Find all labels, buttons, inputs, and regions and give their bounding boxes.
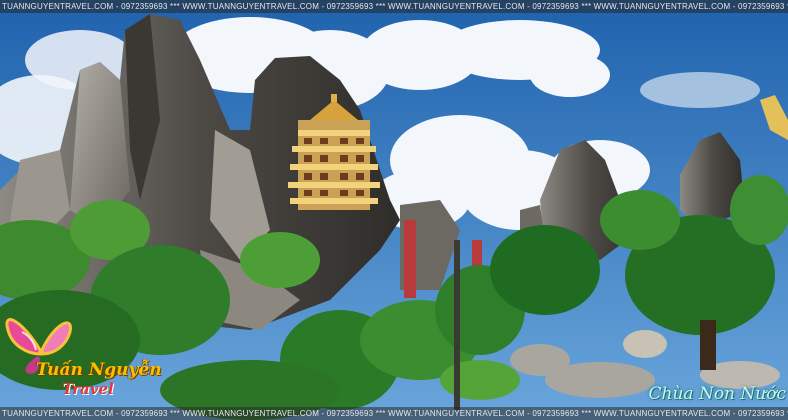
place-tag: Chùa Non Nước [648,384,787,404]
watermark-bottom-text: TUANNGUYENTRAVEL.COM - 0972359693 *** WW… [2,409,788,418]
logo-name: Tuấn Nguyễn [36,360,162,380]
watermark-top-text: TUANNGUYENTRAVEL.COM - 0972359693 *** WW… [2,2,788,11]
watermark-top: TUANNGUYENTRAVEL.COM - 0972359693 *** WW… [0,0,788,13]
logo-sub: Travel [62,380,114,398]
watermark-bottom: TUANNGUYENTRAVEL.COM - 0972359693 *** WW… [0,407,788,420]
photo-scene: TUANNGUYENTRAVEL.COM - 0972359693 *** WW… [0,0,788,420]
travel-logo: Tuấn Nguyễn Travel [2,310,162,402]
red-pillar [404,220,416,298]
tree-trunk [700,320,716,370]
lamp-post [454,240,460,410]
